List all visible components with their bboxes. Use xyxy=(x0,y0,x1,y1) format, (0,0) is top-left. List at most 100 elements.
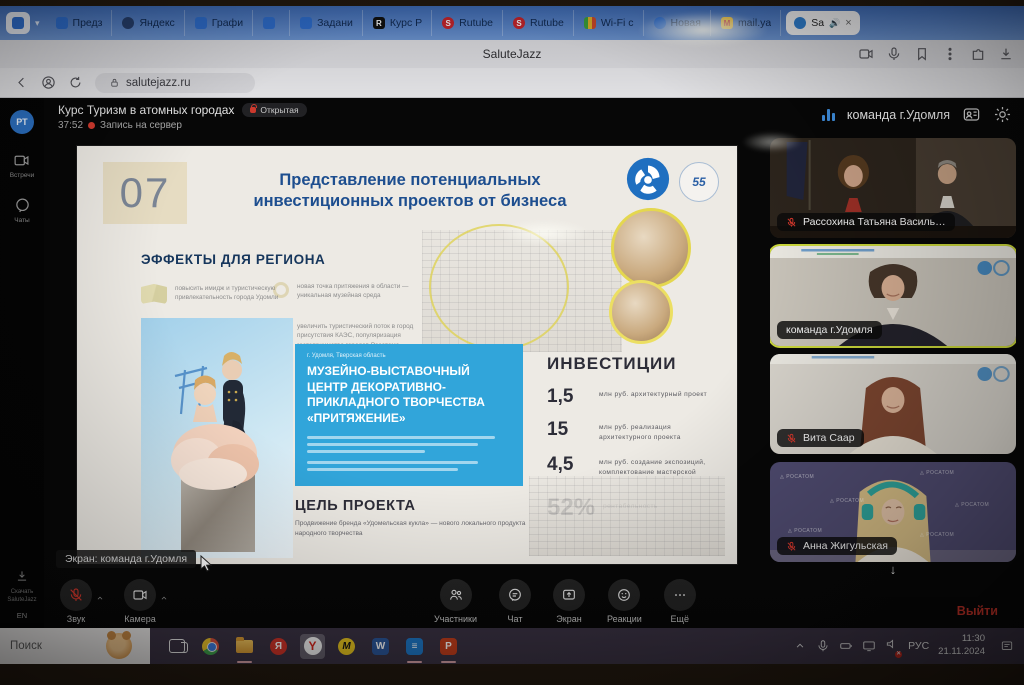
yandex-app-button[interactable]: Я xyxy=(266,634,291,659)
browser-title-row: SaluteJazz xyxy=(0,40,1024,68)
explorer-button[interactable] xyxy=(232,634,257,659)
word-button[interactable]: W xyxy=(368,634,393,659)
browser-tab[interactable]: Задани xyxy=(291,10,363,36)
page-title: SaluteJazz xyxy=(483,47,542,61)
language-indicator[interactable]: РУС xyxy=(908,640,929,652)
browser-sidebar-button[interactable] xyxy=(6,12,30,34)
mic-muted-icon xyxy=(786,217,797,228)
mic-muted-icon xyxy=(786,433,797,444)
back-icon[interactable] xyxy=(14,75,29,90)
profile-icon[interactable] xyxy=(41,75,56,90)
browser-tab[interactable]: Графи xyxy=(186,10,253,36)
menu-kebab-icon[interactable] xyxy=(942,46,958,62)
tray-network-icon[interactable] xyxy=(862,639,876,653)
tab-favicon xyxy=(654,17,666,29)
browser-tab[interactable] xyxy=(254,10,290,36)
shared-slide: 07 Представление потенциальных инвестици… xyxy=(77,146,737,564)
reload-icon[interactable] xyxy=(68,75,83,90)
language-indicator[interactable]: EN xyxy=(17,611,27,620)
participant-tile[interactable]: Вита Саар xyxy=(770,354,1016,454)
notifications-icon[interactable] xyxy=(1000,639,1014,653)
address-bar[interactable]: salutejazz.ru xyxy=(95,73,255,93)
browser-tab[interactable]: SRutube xyxy=(433,10,503,36)
effects-heading: ЭФФЕКТЫ ДЛЯ РЕГИОНА xyxy=(141,252,325,267)
chevron-down-icon[interactable]: ▾ xyxy=(35,18,40,29)
speaking-indicator-icon xyxy=(822,109,835,121)
taskbar-clock[interactable]: 11:30 21.11.2024 xyxy=(938,633,985,659)
tray-expand-icon[interactable] xyxy=(793,639,807,653)
screen-share-icon xyxy=(561,587,577,603)
meeting-header: Курс Туризм в атомных городах Открытая 3… xyxy=(52,98,1016,136)
mic-permission-icon[interactable] xyxy=(886,46,902,62)
tab-favicon xyxy=(56,17,68,29)
mic-muted-icon xyxy=(68,587,84,603)
chat-icon xyxy=(507,587,523,603)
meeting-toolbar: Звук Камера Участники xyxy=(52,574,1016,628)
browser-tab[interactable]: SRutube xyxy=(504,10,574,36)
slide-title: Представление потенциальных инвестиционн… xyxy=(215,170,605,213)
market-app-button[interactable]: M xyxy=(334,634,359,659)
browser-tab[interactable]: Предз xyxy=(47,10,113,36)
participant-tile[interactable]: РОСАТОМ РОСАТОМ РОСАТОМ РОСАТОМ РОСАТОМ … xyxy=(770,462,1016,562)
photo-circle xyxy=(609,280,673,344)
meeting-title: Курс Туризм в атомных городах xyxy=(58,103,234,117)
bookmark-icon[interactable] xyxy=(914,46,930,62)
browser-tab[interactable]: Новая xyxy=(645,10,711,36)
recording-icon xyxy=(88,122,95,129)
tab-audio-icon[interactable]: 🔊 xyxy=(829,18,840,29)
camera-button[interactable]: Камера xyxy=(124,579,156,624)
mic-muted-icon xyxy=(786,541,797,552)
reactions-button[interactable]: Реакции xyxy=(607,579,642,624)
browser-tab[interactable]: Яндекс xyxy=(113,10,184,36)
taskbar-search[interactable]: Поиск xyxy=(0,628,150,664)
participants-button[interactable]: Участники xyxy=(434,579,477,624)
browser-tab[interactable]: RКурс Р xyxy=(364,10,432,36)
screen-share-button[interactable]: Экран xyxy=(553,579,585,624)
chevron-up-icon[interactable] xyxy=(159,590,169,600)
scroll-down-arrow-icon[interactable]: ↓ xyxy=(770,566,1016,574)
slide-number-box: 07 xyxy=(103,162,187,224)
more-button[interactable]: Ещё xyxy=(664,579,696,624)
tab-favicon xyxy=(122,17,134,29)
tab-close-icon[interactable]: × xyxy=(845,17,851,29)
camera-permission-icon[interactable] xyxy=(858,46,874,62)
task-view-button[interactable] xyxy=(164,634,189,659)
chat-button[interactable]: Чат xyxy=(499,579,531,624)
chevron-up-icon[interactable] xyxy=(95,590,105,600)
mail-app-button[interactable]: ≡ xyxy=(402,634,427,659)
tab-label: Rutube xyxy=(459,17,493,29)
participant-tile[interactable]: Рассохина Татьяна Василь… xyxy=(770,138,1016,238)
browser-tab[interactable]: Mmail.ya xyxy=(712,10,781,36)
mouse-cursor xyxy=(200,555,213,572)
sidebar-item-chats[interactable]: Чаты xyxy=(14,197,31,224)
salutejazz-app: РТ Встречи Чаты Скачать SaluteJazz EN Ку… xyxy=(0,98,1024,628)
avatar[interactable]: РТ xyxy=(10,110,34,134)
leave-button[interactable]: Выйти xyxy=(957,604,998,618)
monitor-screen: ▾ Предз Яндекс Графи Задани RКурс Р SRut… xyxy=(0,6,1024,664)
browser-tab-active[interactable]: Sa 🔊 × xyxy=(786,11,860,35)
settings-gear-icon[interactable] xyxy=(993,105,1012,124)
chrome-button[interactable] xyxy=(198,634,223,659)
sidebar-item-meetings[interactable]: Встречи xyxy=(10,152,35,179)
browser-logo-icon xyxy=(12,17,24,29)
powerpoint-button[interactable]: P xyxy=(436,634,461,659)
project-name: МУЗЕЙНО-ВЫСТАВОЧНЫЙ ЦЕНТР ДЕКОРАТИВНО-ПР… xyxy=(307,364,511,426)
goal-text: Продвижение бренда «Удомельская кукла» —… xyxy=(295,519,527,539)
url-text: salutejazz.ru xyxy=(126,77,191,89)
participants-panel-icon[interactable] xyxy=(962,105,981,124)
browser-url-row: salutejazz.ru xyxy=(0,68,1024,98)
download-icon[interactable] xyxy=(15,569,29,583)
browser-tab[interactable]: Wi-Fi с xyxy=(575,10,644,36)
participant-tile-active[interactable]: команда г.Удомля xyxy=(770,246,1016,346)
audio-button[interactable]: Звук xyxy=(60,579,92,624)
tray-volume-muted-icon[interactable]: ✕ xyxy=(885,637,899,656)
tray-battery-icon[interactable] xyxy=(839,639,853,653)
effect-item: повысить имидж и туристическую привлекат… xyxy=(175,284,279,303)
downloads-icon[interactable] xyxy=(998,46,1014,62)
tab-label: Wi-Fi с xyxy=(601,17,634,29)
salutejazz-favicon xyxy=(794,17,806,29)
tray-mic-icon[interactable] xyxy=(816,639,830,653)
download-app-label[interactable]: Скачать SaluteJazz xyxy=(3,589,41,605)
yandex-browser-button[interactable]: Y xyxy=(300,634,325,659)
extensions-icon[interactable] xyxy=(970,46,986,62)
